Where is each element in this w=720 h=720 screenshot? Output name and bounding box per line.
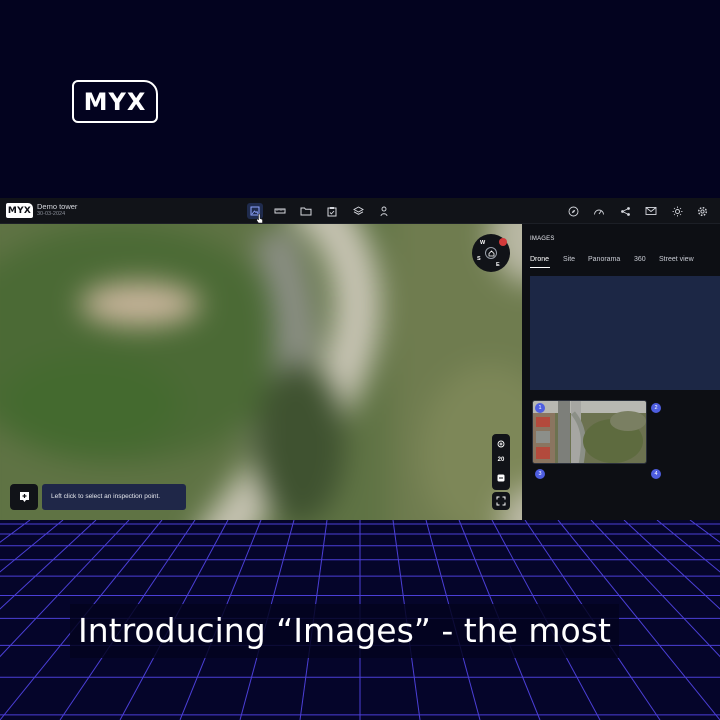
tab-360[interactable]: 360 bbox=[634, 256, 646, 263]
thumbnail-image bbox=[533, 401, 646, 463]
folder-icon[interactable] bbox=[298, 203, 314, 219]
add-inspection-button[interactable] bbox=[10, 484, 38, 510]
zoom-out-icon[interactable] bbox=[497, 474, 505, 482]
compass-widget[interactable]: W S E bbox=[472, 234, 510, 272]
mail-icon[interactable] bbox=[643, 203, 659, 219]
compass-south-label: S bbox=[477, 256, 481, 262]
tab-street-view[interactable]: Street view bbox=[659, 256, 694, 263]
compass-west-label: W bbox=[480, 240, 486, 246]
map-view[interactable]: W S E 20 Left click to select an inspect… bbox=[0, 224, 522, 522]
gear-icon[interactable] bbox=[694, 203, 710, 219]
compass-north-marker bbox=[499, 238, 507, 246]
add-pin-icon bbox=[19, 492, 29, 502]
thumbnail-number-badge: 1 bbox=[535, 403, 545, 413]
gauge-icon[interactable] bbox=[591, 203, 607, 219]
share-icon[interactable] bbox=[617, 203, 633, 219]
grid-line bbox=[689, 520, 720, 543]
ruler-icon[interactable] bbox=[272, 203, 288, 219]
inspection-hint: Left click to select an inspection point… bbox=[42, 484, 186, 510]
compass-east-label: E bbox=[496, 262, 500, 268]
active-tab-indicator bbox=[530, 267, 550, 268]
grid-line bbox=[0, 520, 64, 573]
fullscreen-icon bbox=[496, 496, 506, 506]
clipboard-check-icon[interactable] bbox=[324, 203, 340, 219]
grid-line bbox=[0, 520, 31, 543]
project-date: 30-03-2024 bbox=[37, 211, 66, 217]
images-panel: IMAGES Drone Site Panorama 360 Street vi… bbox=[522, 224, 720, 522]
compass-icon[interactable] bbox=[565, 203, 581, 219]
app-header: MYX Demo tower 30-03-2024 bbox=[0, 198, 720, 224]
image-thumbnail[interactable] bbox=[532, 400, 647, 464]
thumbnail-number-badge: 4 bbox=[651, 469, 661, 479]
layers-icon[interactable] bbox=[350, 203, 366, 219]
image-preview[interactable] bbox=[530, 276, 720, 390]
aerial-imagery bbox=[0, 224, 522, 522]
tab-drone[interactable]: Drone bbox=[530, 256, 549, 263]
myx-logo: MYX bbox=[72, 80, 158, 123]
project-title: Demo tower bbox=[37, 202, 78, 211]
thumbnail-number-badge: 2 bbox=[651, 403, 661, 413]
app-logo[interactable]: MYX bbox=[6, 203, 33, 218]
caption-text: Introducing “Images” - the most bbox=[70, 604, 619, 658]
mouse-cursor-icon bbox=[256, 213, 263, 224]
fullscreen-button[interactable] bbox=[492, 492, 510, 510]
zoom-control: 20 bbox=[492, 434, 510, 490]
zoom-level: 20 bbox=[497, 457, 505, 463]
zoom-in-icon[interactable] bbox=[497, 440, 505, 448]
tab-site[interactable]: Site bbox=[563, 256, 575, 263]
app-window: MYX Demo tower 30-03-2024 W S E 20 Left … bbox=[0, 198, 720, 522]
thumbnail-number-badge: 3 bbox=[535, 469, 545, 479]
home-icon[interactable] bbox=[485, 247, 497, 259]
panel-heading: IMAGES bbox=[530, 236, 555, 242]
sun-icon[interactable] bbox=[669, 203, 685, 219]
tab-panorama[interactable]: Panorama bbox=[588, 256, 620, 263]
person-pin-icon[interactable] bbox=[376, 203, 392, 219]
grid-line bbox=[656, 520, 720, 573]
